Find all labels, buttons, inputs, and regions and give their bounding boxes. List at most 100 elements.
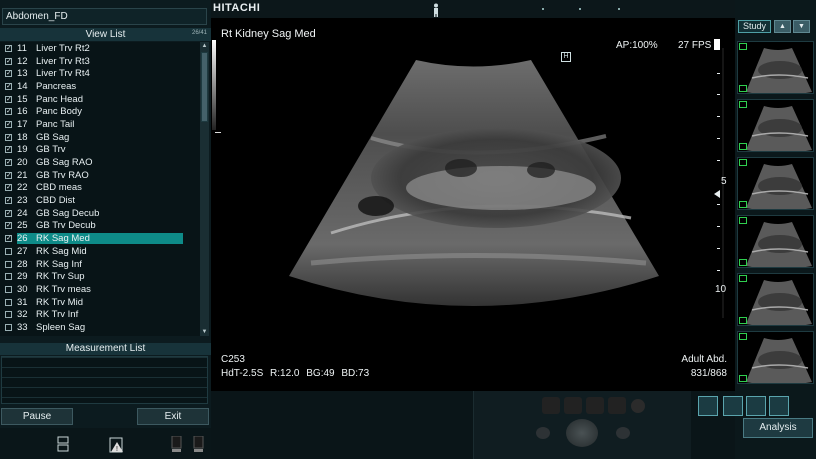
list-item[interactable]: 30 RK Trv meas — [0, 283, 200, 296]
cine-button[interactable] — [542, 397, 560, 414]
view-checkbox[interactable]: ✓ — [5, 235, 12, 243]
list-item[interactable]: 27 RK Sag Mid — [0, 245, 200, 258]
image-thumbnail[interactable] — [737, 157, 814, 210]
view-checkbox[interactable]: ✓ — [5, 197, 12, 205]
depth-label-10: 10 — [715, 284, 727, 295]
down-arrow-icon[interactable]: ▼ — [793, 20, 810, 33]
list-item[interactable]: ✓ 19 GB Trv — [0, 144, 200, 157]
view-label: Panc Head — [36, 93, 84, 105]
view-item-highlight: 15 Panc Head — [17, 94, 183, 105]
network-icon — [57, 436, 69, 452]
list-item[interactable]: 29 RK Trv Sup — [0, 270, 200, 283]
image-thumbnail[interactable] — [737, 273, 814, 326]
view-label: GB Trv RAO — [36, 169, 89, 181]
cine-button[interactable] — [608, 397, 626, 414]
scrollbar-thumb[interactable] — [201, 52, 208, 122]
view-item-highlight: 27 RK Sag Mid — [17, 246, 183, 257]
view-list-scrollbar[interactable]: ▲ ▼ — [200, 42, 209, 336]
list-item[interactable]: ✓ 16 Panc Body — [0, 105, 200, 118]
view-checkbox[interactable]: ✓ — [5, 82, 12, 90]
view-checkbox[interactable] — [5, 273, 12, 281]
analysis-button[interactable]: Analysis — [743, 418, 813, 438]
image-thumbnail[interactable] — [737, 41, 814, 94]
view-checkbox[interactable]: ✓ — [5, 70, 12, 78]
view-number: 29 — [17, 271, 28, 283]
list-item[interactable]: ✓ 25 GB Trv Decub — [0, 220, 200, 233]
image-thumbnail[interactable] — [737, 331, 814, 384]
thumb-marker-icon — [739, 101, 747, 108]
list-item[interactable]: ✓ 21 GB Trv RAO — [0, 169, 200, 182]
list-item[interactable]: ✓ 26 RK Sag Med — [0, 232, 200, 245]
cine-button[interactable] — [586, 397, 604, 414]
view-checkbox[interactable]: ✓ — [5, 57, 12, 65]
view-label: Pancreas — [36, 80, 77, 92]
pause-button[interactable]: Pause — [1, 408, 73, 425]
frame-indicator — [714, 39, 720, 50]
image-thumbnail[interactable] — [737, 215, 814, 268]
study-panel: Study ▲ ▼ Analysis — [698, 0, 816, 459]
cine-knob[interactable] — [631, 399, 645, 413]
probe-tool-button[interactable] — [769, 396, 789, 416]
view-checkbox[interactable] — [5, 323, 12, 331]
list-item[interactable]: 31 RK Trv Mid — [0, 296, 200, 309]
cine-button[interactable] — [564, 397, 582, 414]
view-checkbox[interactable]: ✓ — [5, 108, 12, 116]
view-number: 33 — [17, 321, 28, 333]
view-checkbox[interactable]: ✓ — [5, 146, 12, 154]
image-thumbnail[interactable] — [737, 99, 814, 152]
up-arrow-icon[interactable]: ▲ — [774, 20, 791, 33]
view-number: 32 — [17, 309, 28, 321]
view-checkbox[interactable]: ✓ — [5, 120, 12, 128]
view-number: 14 — [17, 80, 28, 92]
list-item[interactable]: ✓ 11 Liver Trv Rt2 — [0, 42, 200, 55]
list-item[interactable]: ✓ 17 Panc Tail — [0, 118, 200, 131]
view-checkbox[interactable] — [5, 285, 12, 293]
list-item[interactable]: ✓ 18 GB Sag — [0, 131, 200, 144]
list-item[interactable]: ✓ 12 Liver Trv Rt3 — [0, 55, 200, 68]
scroll-up-icon[interactable]: ▲ — [200, 42, 209, 50]
view-label: CBD meas — [36, 182, 82, 194]
ultrasound-scan[interactable] — [211, 18, 735, 391]
list-item[interactable]: ✓ 20 GB Sag RAO — [0, 156, 200, 169]
list-item[interactable]: ✓ 22 CBD meas — [0, 182, 200, 195]
view-label: GB Trv Decub — [36, 220, 96, 232]
list-item[interactable]: ✓ 23 CBD Dist — [0, 194, 200, 207]
thumbnail-scan — [746, 48, 812, 93]
view-checkbox[interactable]: ✓ — [5, 222, 12, 230]
view-checkbox[interactable] — [5, 247, 12, 255]
warning-icon[interactable]: ! — [108, 436, 126, 454]
view-checkbox[interactable]: ✓ — [5, 184, 12, 192]
view-label: Liver Trv Rt4 — [36, 68, 90, 80]
view-checkbox[interactable]: ✓ — [5, 171, 12, 179]
view-label: GB Trv — [36, 144, 66, 156]
list-item[interactable]: ✓ 24 GB Sag Decub — [0, 207, 200, 220]
exit-button[interactable]: Exit — [137, 408, 209, 425]
view-checkbox[interactable]: ✓ — [5, 44, 12, 52]
list-item[interactable]: 32 RK Trv Inf — [0, 308, 200, 321]
next-frame-button[interactable] — [616, 427, 630, 439]
layout-tool-button[interactable] — [746, 396, 766, 416]
study-button[interactable]: Study — [738, 20, 771, 33]
list-item[interactable]: ✓ 13 Liver Trv Rt4 — [0, 67, 200, 80]
annotation-tool-button[interactable] — [723, 396, 743, 416]
view-checkbox[interactable] — [5, 298, 12, 306]
ultrasound-image-area[interactable]: Rt Kidney Sag Med H AP:100% 27 FPS 5 10 … — [211, 18, 735, 391]
list-item[interactable]: ✓ 15 Panc Head — [0, 93, 200, 106]
view-list-title: View List — [85, 29, 126, 40]
report-tool-button[interactable] — [698, 396, 718, 416]
view-checkbox[interactable]: ✓ — [5, 209, 12, 217]
thumb-marker-icon — [739, 375, 747, 382]
prev-frame-button[interactable] — [536, 427, 550, 439]
view-checkbox[interactable] — [5, 260, 12, 268]
list-item[interactable]: 33 Spleen Sag — [0, 321, 200, 334]
view-checkbox[interactable]: ✓ — [5, 95, 12, 103]
view-checkbox[interactable]: ✓ — [5, 159, 12, 167]
view-checkbox[interactable] — [5, 311, 12, 319]
trackball[interactable] — [566, 419, 598, 447]
list-item[interactable]: 28 RK Sag Inf — [0, 258, 200, 271]
view-label: RK Trv meas — [36, 283, 91, 295]
scroll-down-icon[interactable]: ▼ — [200, 328, 209, 336]
view-item-highlight: 32 RK Trv Inf — [17, 309, 183, 320]
view-checkbox[interactable]: ✓ — [5, 133, 12, 141]
list-item[interactable]: ✓ 14 Pancreas — [0, 80, 200, 93]
